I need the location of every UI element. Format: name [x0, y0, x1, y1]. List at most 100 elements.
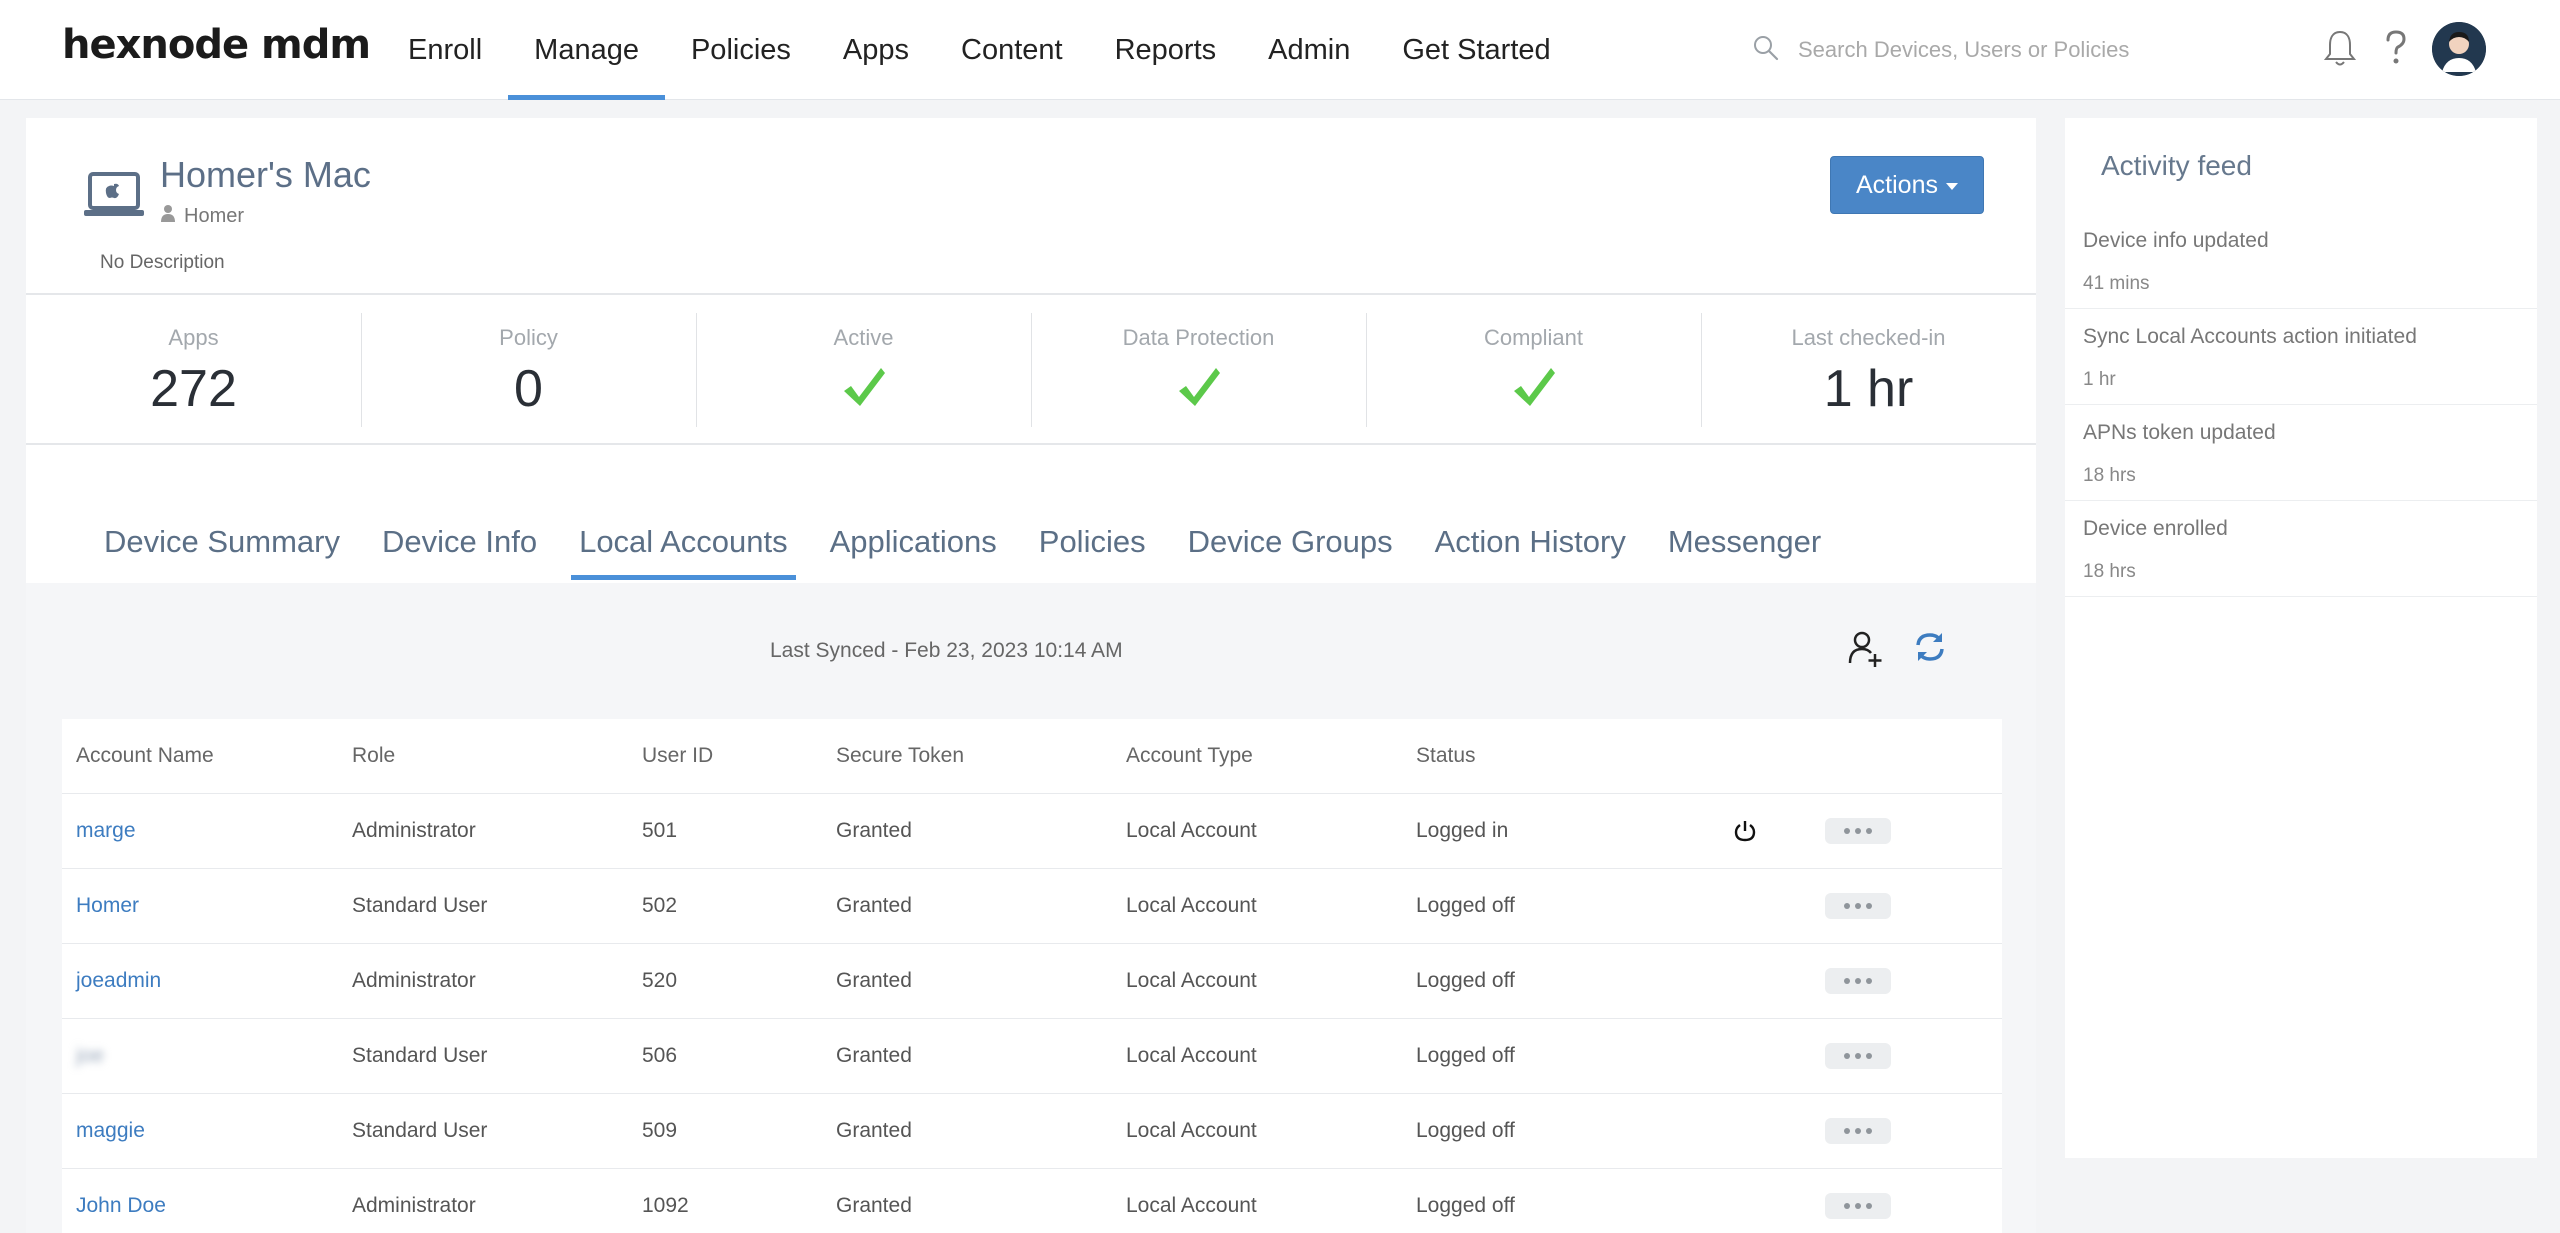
stat-active: Active	[696, 295, 1031, 443]
column-header[interactable]: Secure Token	[836, 744, 1126, 768]
activity-time: 18 hrs	[2083, 561, 2136, 582]
account-user-id: 509	[642, 1119, 678, 1142]
stat-value: 0	[514, 360, 543, 418]
nav-item-content[interactable]: Content	[935, 0, 1089, 100]
local-accounts-content: Last Synced - Feb 23, 2023 10:14 AM Acco…	[26, 583, 2036, 1233]
account-secure-token: Granted	[836, 1044, 912, 1067]
account-type: Local Account	[1126, 894, 1257, 917]
account-user-id: 506	[642, 1044, 678, 1067]
more-options-button[interactable]	[1825, 818, 1891, 844]
search-box	[1752, 32, 2152, 68]
activity-item: Sync Local Accounts action initiated 1 h…	[2065, 309, 2537, 405]
tab-messenger[interactable]: Messenger	[1660, 518, 1829, 580]
activity-item: Device enrolled 18 hrs	[2065, 501, 2537, 597]
account-name-link[interactable]: joe	[76, 1044, 104, 1067]
activity-time: 1 hr	[2083, 369, 2116, 390]
actions-button[interactable]: Actions	[1830, 156, 1984, 214]
help-icon[interactable]	[2374, 24, 2418, 72]
nav-item-policies[interactable]: Policies	[665, 0, 817, 100]
column-header[interactable]: User ID	[642, 744, 836, 768]
nav-item-reports[interactable]: Reports	[1089, 0, 1243, 100]
account-type: Local Account	[1126, 1119, 1257, 1142]
stat-apps[interactable]: Apps 272	[26, 295, 361, 443]
nav-item-apps[interactable]: Apps	[817, 0, 935, 100]
account-status: Logged off	[1416, 1194, 1515, 1217]
account-name-link[interactable]: John Doe	[76, 1194, 166, 1217]
account-secure-token: Granted	[836, 819, 912, 842]
more-options-button[interactable]	[1825, 1043, 1891, 1069]
more-options-button[interactable]	[1825, 1193, 1891, 1219]
stat-label: Data Protection	[1122, 325, 1275, 350]
account-status: Logged off	[1416, 1119, 1515, 1142]
account-name-link[interactable]: maggie	[76, 1119, 145, 1142]
power-icon[interactable]	[1682, 819, 1808, 843]
refresh-icon[interactable]	[1912, 629, 1948, 670]
avatar[interactable]	[2432, 22, 2486, 76]
account-role: Administrator	[352, 969, 476, 992]
account-secure-token: Granted	[836, 1119, 912, 1142]
activity-text: APNs token updated	[2083, 421, 2276, 444]
account-name-link[interactable]: Homer	[76, 894, 139, 917]
main-nav: Enroll Manage Policies Apps Content Repo…	[382, 0, 1577, 100]
tab-device-info[interactable]: Device Info	[374, 518, 545, 580]
nav-item-manage[interactable]: Manage	[508, 0, 665, 100]
nav-item-get-started[interactable]: Get Started	[1376, 0, 1576, 100]
check-icon	[1366, 365, 1701, 415]
column-header[interactable]: Role	[352, 744, 642, 768]
account-role: Administrator	[352, 819, 476, 842]
column-header[interactable]: Status	[1416, 744, 1682, 768]
check-icon	[696, 365, 1031, 415]
account-role: Standard User	[352, 1119, 488, 1142]
device-user-name[interactable]: Homer	[184, 205, 244, 228]
account-status: Logged off	[1416, 969, 1515, 992]
tab-applications[interactable]: Applications	[822, 518, 1005, 580]
column-header[interactable]: Account Type	[1126, 744, 1416, 768]
stat-last-checked-in: Last checked-in 1 hr	[1701, 295, 2036, 443]
account-type: Local Account	[1126, 969, 1257, 992]
account-role: Standard User	[352, 894, 488, 917]
hexnode-logo[interactable]: hexnode mdm	[62, 22, 371, 68]
table-row: John Doe Administrator 1092 Granted Loca…	[62, 1169, 2002, 1233]
stat-label: Apps	[168, 325, 219, 350]
search-input[interactable]	[1798, 37, 2152, 63]
more-options-button[interactable]	[1825, 1118, 1891, 1144]
stat-policy[interactable]: Policy 0	[361, 295, 696, 443]
stat-value: 1 hr	[1823, 360, 1914, 418]
search-icon	[1752, 34, 1780, 67]
account-status: Logged off	[1416, 894, 1515, 917]
add-user-icon[interactable]	[1848, 629, 1884, 674]
activity-feed-list: Device info updated 41 mins Sync Local A…	[2065, 213, 2537, 597]
tab-action-history[interactable]: Action History	[1427, 518, 1634, 580]
tab-policies[interactable]: Policies	[1031, 518, 1154, 580]
device-user: Homer	[160, 204, 244, 228]
column-header[interactable]: Account Name	[62, 744, 352, 768]
stat-label: Last checked-in	[1791, 325, 1946, 350]
table-row: joe Standard User 506 Granted Local Acco…	[62, 1019, 2002, 1094]
account-type: Local Account	[1126, 819, 1257, 842]
tab-device-summary[interactable]: Device Summary	[96, 518, 348, 580]
more-options-button[interactable]	[1825, 893, 1891, 919]
tab-device-groups[interactable]: Device Groups	[1180, 518, 1401, 580]
nav-item-admin[interactable]: Admin	[1242, 0, 1376, 100]
account-user-id: 501	[642, 819, 678, 842]
actions-button-label: Actions	[1856, 170, 1938, 199]
local-accounts-table: Account Name Role User ID Secure Token A…	[62, 719, 2002, 1233]
nav-item-enroll[interactable]: Enroll	[382, 0, 508, 100]
account-user-id: 502	[642, 894, 678, 917]
account-name-link[interactable]: marge	[76, 819, 136, 842]
stat-compliant: Compliant	[1366, 295, 1701, 443]
more-options-button[interactable]	[1825, 968, 1891, 994]
table-header-row: Account Name Role User ID Secure Token A…	[62, 719, 2002, 794]
bell-icon[interactable]	[2318, 24, 2362, 72]
account-name-link[interactable]: joeadmin	[76, 969, 161, 992]
tab-local-accounts[interactable]: Local Accounts	[571, 518, 796, 580]
device-tabs: Device Summary Device Info Local Account…	[96, 518, 1855, 580]
table-row: joeadmin Administrator 520 Granted Local…	[62, 944, 2002, 1019]
table-row: maggie Standard User 509 Granted Local A…	[62, 1094, 2002, 1169]
activity-time: 41 mins	[2083, 273, 2150, 294]
activity-time: 18 hrs	[2083, 465, 2136, 486]
account-role: Standard User	[352, 1044, 488, 1067]
account-secure-token: Granted	[836, 969, 912, 992]
table-row: marge Administrator 501 Granted Local Ac…	[62, 794, 2002, 869]
stat-label: Policy	[499, 325, 558, 350]
